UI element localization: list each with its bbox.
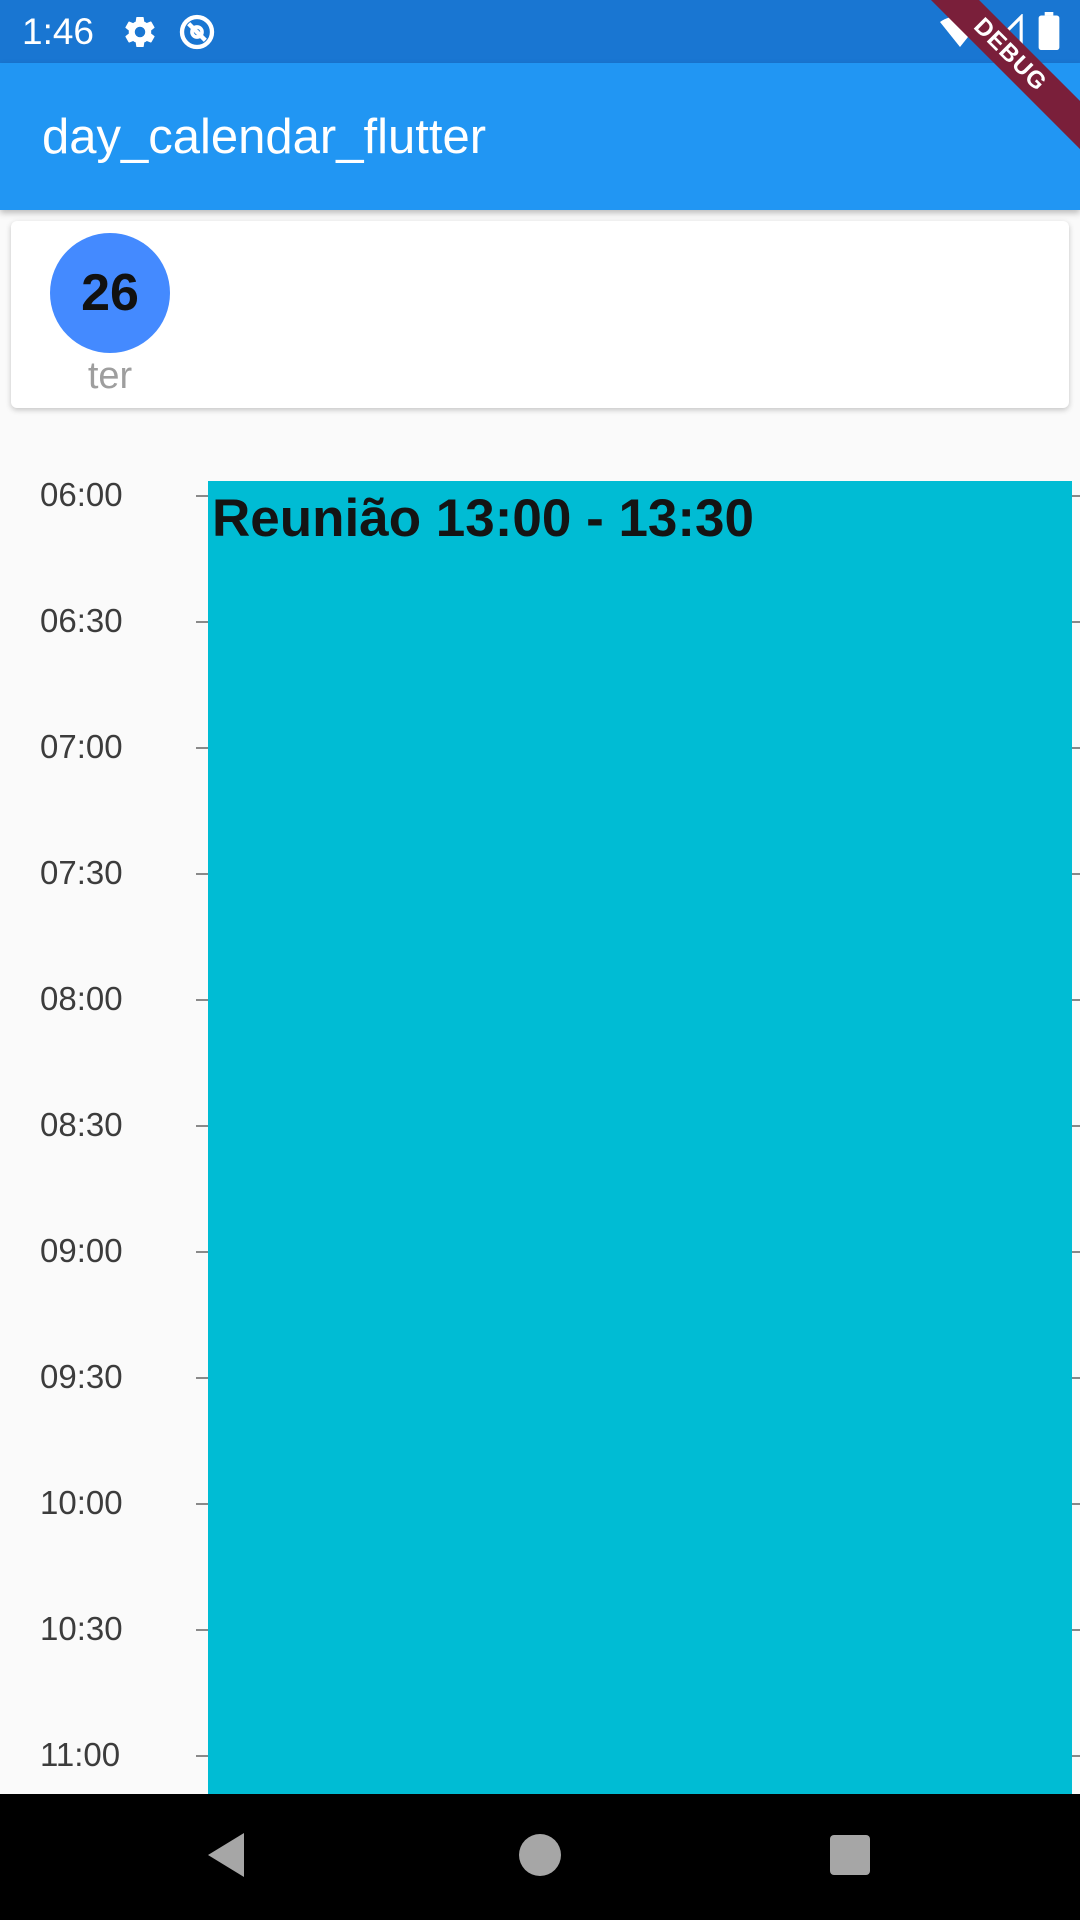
time-label: 11:00 — [40, 1736, 121, 1773]
day-header-card: 26 ter — [11, 221, 1069, 408]
time-label: 10:00 — [40, 1484, 123, 1521]
day-timeline[interactable]: 06:00 06:30 07:00 07:30 08:00 08:30 09:0… — [0, 410, 1080, 1794]
time-label: 07:30 — [40, 854, 123, 891]
back-button[interactable] — [166, 1794, 286, 1920]
tick-mark — [196, 1251, 208, 1253]
tick-mark — [1072, 1377, 1080, 1379]
gear-icon — [122, 14, 158, 55]
home-icon — [519, 1833, 561, 1881]
tick-mark — [1072, 1629, 1080, 1631]
tick-mark — [1072, 1755, 1080, 1757]
app-title: day_calendar_flutter — [42, 110, 487, 164]
sync-icon — [177, 12, 217, 57]
tick-mark — [1072, 1251, 1080, 1253]
day-number-badge[interactable]: 26 — [50, 233, 170, 353]
time-label: 06:00 — [40, 476, 123, 513]
time-label: 09:30 — [40, 1358, 123, 1395]
day-weekday-label: ter — [87, 355, 133, 397]
tick-mark — [196, 1125, 208, 1127]
time-label: 10:30 — [40, 1610, 123, 1647]
tick-mark — [196, 873, 208, 875]
time-label: 09:00 — [40, 1232, 123, 1269]
status-bar: 1:46 — [0, 0, 1080, 63]
tick-mark — [196, 1377, 208, 1379]
tick-mark — [196, 1755, 208, 1757]
tick-mark — [196, 999, 208, 1001]
status-time: 1:46 — [22, 11, 95, 52]
tick-mark — [196, 621, 208, 623]
tick-mark — [196, 747, 208, 749]
tick-mark — [196, 495, 208, 497]
tick-mark — [1072, 495, 1080, 497]
home-button[interactable] — [480, 1794, 600, 1920]
time-label: 08:00 — [40, 980, 123, 1017]
tick-mark — [196, 1503, 208, 1505]
recents-button[interactable] — [790, 1794, 910, 1920]
navigation-bar — [0, 1794, 1080, 1920]
event-block[interactable]: Reunião 13:00 - 13:30 — [208, 481, 1072, 1794]
tick-mark — [196, 1629, 208, 1631]
battery-icon — [1038, 12, 1060, 55]
recents-icon — [830, 1834, 870, 1880]
tick-mark — [1072, 1503, 1080, 1505]
time-label: 06:30 — [40, 602, 123, 639]
back-icon — [204, 1831, 248, 1884]
tick-mark — [1072, 999, 1080, 1001]
event-title: Reunião 13:00 - 13:30 — [212, 489, 755, 548]
time-label: 07:00 — [40, 728, 123, 765]
time-label: 08:30 — [40, 1106, 123, 1143]
tick-mark — [1072, 1125, 1080, 1127]
tick-mark — [1072, 747, 1080, 749]
app-bar: day_calendar_flutter — [0, 63, 1080, 210]
tick-mark — [1072, 873, 1080, 875]
tick-mark — [1072, 621, 1080, 623]
